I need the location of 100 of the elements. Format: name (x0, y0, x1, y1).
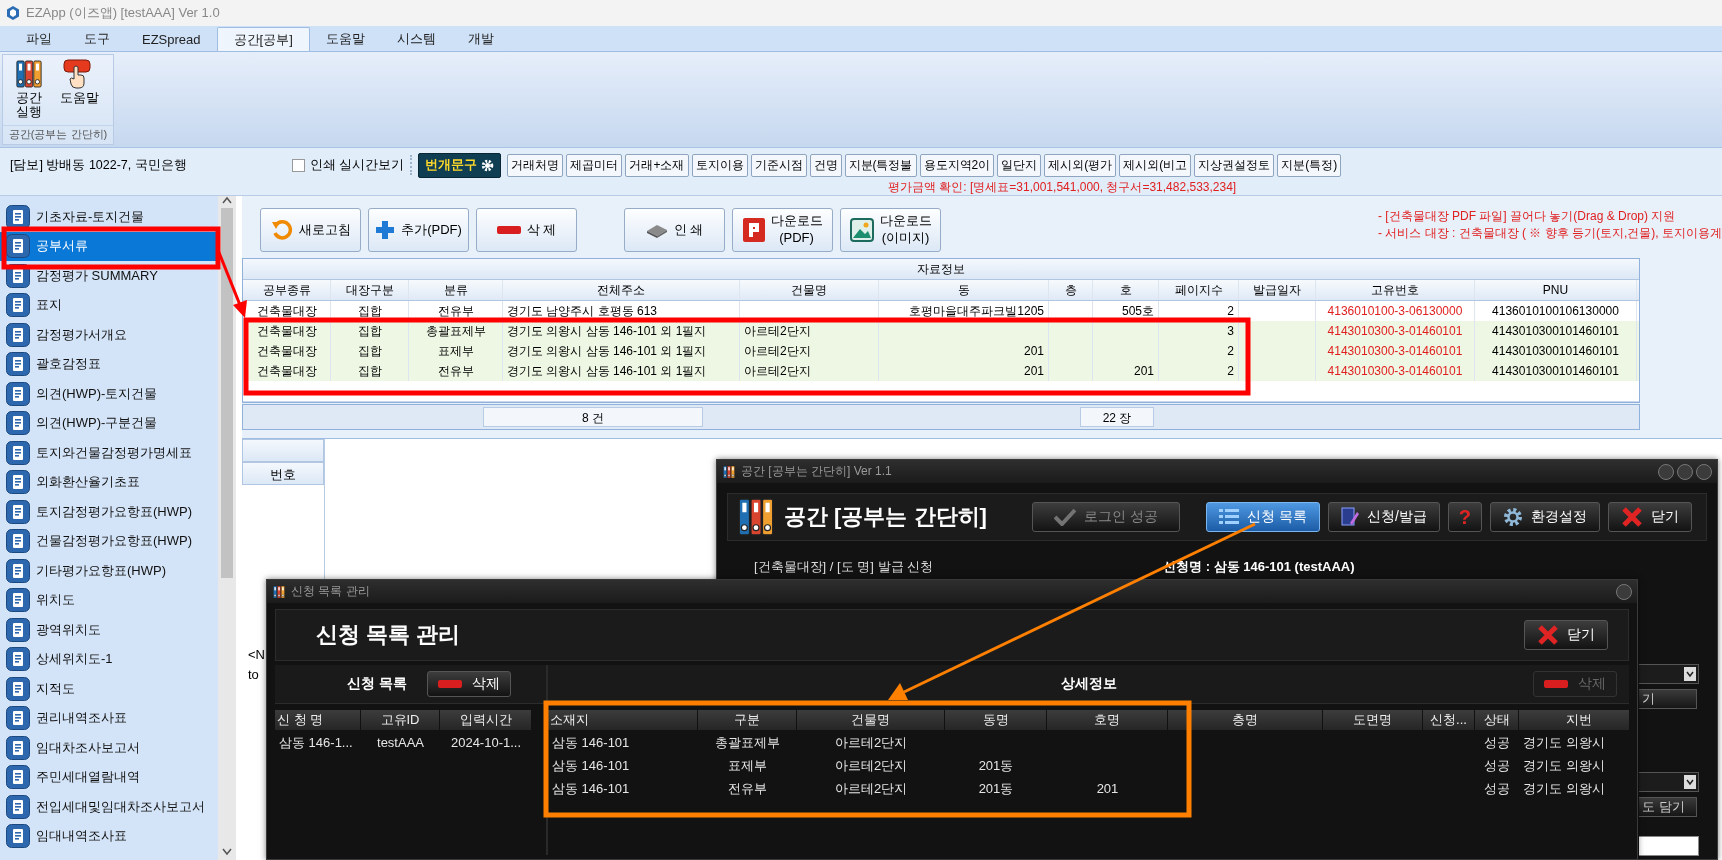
close-button[interactable]: 닫기 (1524, 620, 1608, 650)
side-button[interactable]: 기 (1639, 689, 1697, 709)
toolbar-button[interactable]: 다운로드 (PDF) (732, 208, 833, 252)
column-header[interactable]: 소재지 (548, 710, 698, 730)
ribbon-button[interactable]: 도움말 (55, 59, 99, 125)
app-button[interactable]: 닫기 (1608, 502, 1692, 532)
page-icon (6, 676, 30, 701)
menu-tab[interactable]: 공간[공부] (216, 27, 310, 51)
phrase-insert-button[interactable]: 토지이용 (691, 153, 748, 177)
delete-button[interactable]: 삭제 (426, 671, 511, 697)
toolbar-button[interactable]: 삭 제 (476, 208, 577, 252)
maximize-button[interactable] (1677, 463, 1693, 480)
sidebar-item[interactable]: 감정평가서개요 (0, 320, 218, 350)
column-header[interactable]: 구분 (698, 710, 797, 730)
menu-tab[interactable]: 시스템 (380, 27, 452, 51)
phrase-insert-button[interactable]: 일단지 (997, 153, 1042, 177)
toolbar-button[interactable]: 새로고침 (260, 208, 361, 252)
toolbar-button[interactable]: 인 쇄 (624, 208, 725, 252)
phrase-insert-button[interactable]: 지분(특정) (1277, 153, 1342, 177)
column-header[interactable]: 도면명 (1323, 710, 1423, 730)
app-button[interactable]: 신청 목록 (1206, 502, 1320, 532)
sidebar-item[interactable]: 외화환산율기초표 (0, 467, 218, 497)
sidebar-item[interactable]: 표지 (0, 290, 218, 320)
menu-tab[interactable]: 도구 (68, 27, 126, 51)
sidebar-item[interactable]: 건물감정평가요항표(HWP) (0, 526, 218, 556)
phrase-insert-button[interactable]: 제시외(평가 (1044, 153, 1117, 177)
column-header[interactable]: 상태 (1475, 710, 1519, 730)
column-header[interactable]: 동명 (945, 710, 1047, 730)
app-button[interactable]: 환경설정 (1490, 502, 1600, 532)
sidebar-item[interactable]: 광역위치도 (0, 615, 218, 645)
column-header[interactable]: 공부종류 (243, 280, 331, 300)
column-header[interactable]: 신 청 명 (275, 710, 361, 730)
column-header[interactable]: 전체주소 (503, 280, 740, 300)
menu-tab[interactable]: EZSpread (126, 27, 217, 51)
table-row[interactable]: 건축물대장 집합 표제부 경기도 의왕시 삼동 146-101 외 1필지 아르테2단지 201 2 4143010300-3-01460101 4143010300101460101 (243, 341, 1639, 361)
sidebar-item[interactable]: 공부서류 (0, 231, 218, 261)
sidebar-item[interactable]: 감정평가 SUMMARY (0, 261, 218, 291)
toolbar-button[interactable]: 다운로드 (이미지) (840, 208, 941, 252)
column-header[interactable]: 층 (1049, 280, 1093, 300)
sidebar-item[interactable]: 상세위치도-1 (0, 644, 218, 674)
sidebar-item[interactable]: 기타평가요항표(HWP) (0, 556, 218, 586)
ribbon-button[interactable]: 공간 실행 (7, 59, 51, 125)
sidebar-item[interactable]: 토지와건물감정평가명세표 (0, 438, 218, 468)
column-header[interactable]: 신청... (1423, 710, 1475, 730)
column-header[interactable]: 건물명 (797, 710, 945, 730)
column-header[interactable]: 입력시간 (440, 710, 532, 730)
column-header[interactable]: PNU (1475, 280, 1637, 300)
column-header[interactable]: 고유ID (361, 710, 440, 730)
column-header[interactable]: 건물명 (740, 280, 879, 300)
table-row[interactable]: 건축물대장 집합 총괄표제부 경기도 의왕시 삼동 146-101 외 1필지 아르테2단지 3 4143010300-3-01460101 4143010300101460101 (243, 321, 1639, 341)
close-button[interactable] (1616, 583, 1632, 600)
sidebar-item[interactable]: 의견(HWP)-구분건물 (0, 408, 218, 438)
grid-cell-text: 201 (1095, 780, 1120, 798)
table-cell: 4143010300101460101 (1475, 361, 1637, 381)
phrase-insert-button[interactable]: 건명 (809, 153, 842, 177)
column-header[interactable]: 호 (1093, 280, 1159, 300)
column-header[interactable]: 분류 (409, 280, 503, 300)
table-row[interactable]: 건축물대장 집합 전유부 경기도 의왕시 삼동 146-101 외 1필지 아르테2단지 201 201 2 4143010300-3-01460101 4143010300101460101 (243, 361, 1639, 381)
dropdown-field[interactable] (1639, 664, 1699, 684)
app-button[interactable]: 신청/발급 (1327, 502, 1440, 532)
sidebar-item[interactable]: 임대차조사보고서 (0, 733, 218, 763)
phrase-insert-button[interactable]: 지분(특정불 (844, 153, 917, 177)
close-button[interactable] (1696, 463, 1712, 480)
input-field[interactable] (1639, 836, 1699, 856)
phrase-insert-button[interactable]: 지상권설정토 (1194, 153, 1275, 177)
phrase-insert-button[interactable]: 용도지역2이 (919, 153, 995, 177)
sidebar-item[interactable]: 권리내역조사표 (0, 703, 218, 733)
side-button[interactable]: 도 담기 (1639, 797, 1697, 817)
sidebar-item[interactable]: 지적도 (0, 674, 218, 704)
checkbox[interactable]: 인쇄 실시간보기 (292, 156, 405, 174)
menu-tab[interactable]: 도움말 (309, 27, 381, 51)
sidebar-item[interactable]: 의견(HWP)-토지건물 (0, 379, 218, 409)
sidebar-item[interactable]: 위치도 (0, 585, 218, 615)
sidebar-item[interactable]: 주민세대열람내역 (0, 762, 218, 792)
minimize-button[interactable] (1658, 463, 1674, 480)
menu-tab[interactable]: 파일 (10, 27, 68, 51)
menu-tab[interactable]: 개발 (451, 27, 510, 51)
scrollbar[interactable] (218, 196, 236, 860)
sidebar-item[interactable]: 토지감정평가요항표(HWP) (0, 497, 218, 527)
dropdown-field[interactable] (1639, 772, 1699, 792)
phrase-insert-button[interactable]: 거래처명 (507, 153, 564, 177)
phrase-button[interactable]: 번개문구 (418, 152, 502, 178)
phrase-insert-button[interactable]: 제곱미터 (566, 153, 623, 177)
column-header[interactable]: 발급일자 (1239, 280, 1316, 300)
sidebar-item[interactable]: 전입세대및임대차조사보고서 (0, 792, 218, 822)
column-header[interactable]: 고유번호 (1316, 280, 1475, 300)
column-header[interactable]: 페이지수 (1159, 280, 1239, 300)
sidebar-item[interactable]: 기초자료-토지건물 (0, 202, 218, 232)
phrase-insert-button[interactable]: 제시외(비고 (1119, 153, 1192, 177)
column-header[interactable]: 번호 (242, 462, 324, 485)
phrase-insert-button[interactable]: 거래+소재 (625, 153, 689, 177)
column-header[interactable]: 층명 (1168, 710, 1323, 730)
column-header[interactable]: 대장구분 (331, 280, 409, 300)
column-header[interactable]: 호명 (1047, 710, 1168, 730)
sidebar-item[interactable]: 임대내역조사표 (0, 821, 218, 851)
toolbar-button[interactable]: 추가(PDF) (368, 208, 469, 252)
sidebar-item[interactable]: 괄호감정표 (0, 349, 218, 379)
column-header[interactable]: 동 (879, 280, 1049, 300)
phrase-insert-button[interactable]: 기준시점 (750, 153, 807, 177)
column-header[interactable]: 지번 (1519, 710, 1629, 730)
